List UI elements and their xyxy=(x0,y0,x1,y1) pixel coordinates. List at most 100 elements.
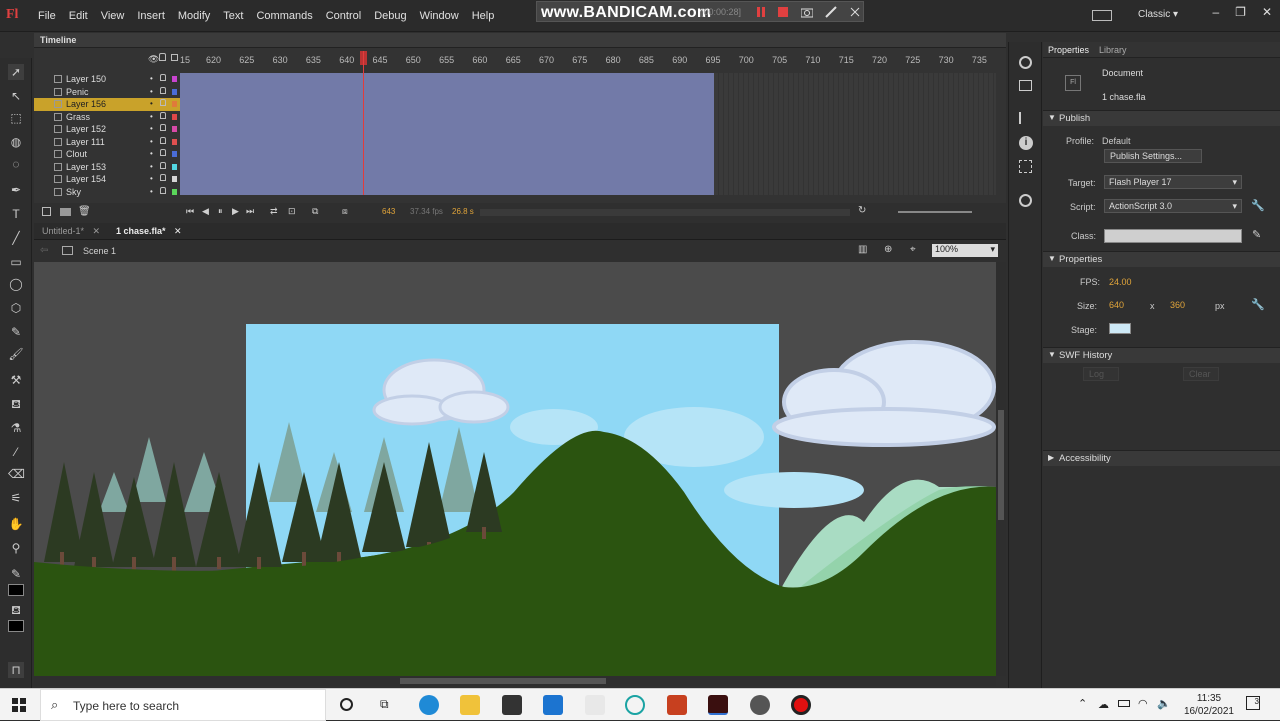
lock-icon[interactable] xyxy=(160,136,166,144)
workspace-switcher[interactable]: Classic ▾ xyxy=(1138,9,1178,20)
layer-row[interactable]: Layer 156 • xyxy=(34,98,180,111)
center-stage-icon[interactable]: ⌖ xyxy=(910,244,916,255)
menu-text[interactable]: Text xyxy=(223,10,243,22)
layer-row[interactable]: Clout • xyxy=(34,148,180,161)
layer-name[interactable]: Layer 111 xyxy=(66,137,105,147)
width-value[interactable]: 640 xyxy=(1109,300,1124,310)
layer-color-swatch[interactable] xyxy=(172,126,177,132)
loop-icon[interactable]: ⇄ xyxy=(270,206,278,217)
lock-icon[interactable] xyxy=(160,99,166,106)
edit-multiple-frames-icon[interactable]: ⧈ xyxy=(342,206,348,217)
brush-tool-icon[interactable]: 🖌 xyxy=(8,346,24,362)
target-dropdown[interactable]: Flash Player 17 ▾ xyxy=(1104,175,1242,189)
layer-color-swatch[interactable] xyxy=(172,113,177,120)
snap-magnet-icon[interactable]: ⊓ xyxy=(8,662,24,678)
edge-icon[interactable] xyxy=(419,695,439,715)
new-folder-icon[interactable] xyxy=(60,208,71,216)
davinci-icon[interactable] xyxy=(750,695,770,715)
lock-icon[interactable] xyxy=(160,186,166,194)
sync-icon[interactable] xyxy=(1092,10,1112,21)
3d-rotation-icon[interactable]: ◍ xyxy=(8,134,24,150)
timeline-hscroll[interactable] xyxy=(480,209,850,216)
menu-view[interactable]: View xyxy=(101,10,125,22)
visibility-dot[interactable]: • xyxy=(150,174,153,183)
new-layer-icon[interactable] xyxy=(42,207,51,216)
close-icon[interactable] xyxy=(849,6,861,18)
edit-symbol-icon[interactable]: ⊕ xyxy=(884,244,892,255)
stroke-color-swatch[interactable] xyxy=(8,584,24,596)
visibility-dot[interactable]: • xyxy=(150,149,153,158)
pause-icon[interactable] xyxy=(755,6,767,18)
pencil-icon[interactable] xyxy=(825,6,837,18)
lock-icon[interactable] xyxy=(160,86,166,94)
animate-taskbar-icon[interactable] xyxy=(708,695,728,715)
free-transform-icon[interactable]: ⬚ xyxy=(8,110,24,126)
layer-row[interactable]: Layer 111 • xyxy=(34,136,180,149)
outline-icon[interactable] xyxy=(171,54,178,61)
elapsed-time[interactable]: 26.8 s xyxy=(452,207,474,216)
ink-bottle-icon[interactable]: ⚗ xyxy=(8,420,24,436)
layer-row[interactable]: Grass • xyxy=(34,111,180,124)
fps-value[interactable]: 24.00 xyxy=(1109,277,1132,287)
task-view-icon[interactable]: ⧉ xyxy=(380,697,389,712)
mail-icon[interactable] xyxy=(543,695,563,715)
timeline-tab[interactable]: Timeline xyxy=(34,33,1006,48)
selection-tool-icon[interactable]: ➚ xyxy=(8,64,24,80)
lock-icon[interactable] xyxy=(160,161,166,169)
empty-frames-area[interactable] xyxy=(714,73,996,195)
info-icon[interactable]: i xyxy=(1019,136,1033,150)
layer-row[interactable]: Layer 154 • xyxy=(34,173,180,186)
dropbox-icon[interactable] xyxy=(585,695,605,715)
lock-icon[interactable] xyxy=(160,149,166,156)
go-last-frame-icon[interactable]: ⏭ xyxy=(246,206,254,217)
menu-help[interactable]: Help xyxy=(472,10,495,22)
fill-color-swatch[interactable] xyxy=(8,620,24,632)
layer-row[interactable]: Layer 150 • xyxy=(34,73,180,86)
step-back-icon[interactable]: ◀ xyxy=(202,206,209,217)
stage-vertical-scrollbar[interactable] xyxy=(996,262,1006,676)
lock-icon[interactable] xyxy=(160,174,166,181)
layer-name[interactable]: Penic xyxy=(66,87,89,97)
tab-properties[interactable]: Properties xyxy=(1048,45,1089,55)
tab-library[interactable]: Library xyxy=(1099,45,1127,55)
powerpoint-icon[interactable] xyxy=(667,695,687,715)
delete-layer-icon[interactable]: 🗑 xyxy=(78,206,91,217)
menu-file[interactable]: File xyxy=(38,10,56,22)
layer-row[interactable]: Layer 152 • xyxy=(34,123,180,136)
layer-row[interactable]: Layer 153 • xyxy=(34,161,180,174)
stroke-color-icon[interactable]: ✎ xyxy=(8,566,24,582)
accessibility-section-header[interactable]: ▶ Accessibility xyxy=(1043,450,1280,466)
grid-icon[interactable] xyxy=(1019,80,1032,91)
layer-name[interactable]: Clout xyxy=(66,149,87,159)
visibility-dot[interactable]: • xyxy=(150,137,153,146)
pen-tool-icon[interactable]: ✒ xyxy=(8,182,24,198)
notifications-icon[interactable]: 3 xyxy=(1246,696,1260,710)
motion-presets-icon[interactable] xyxy=(1019,194,1032,207)
zoom-dropdown[interactable]: 100% ▾ xyxy=(932,244,998,257)
visibility-dot[interactable]: • xyxy=(150,99,153,108)
visibility-dot[interactable]: • xyxy=(150,162,153,171)
layer-color-swatch[interactable] xyxy=(172,76,177,82)
rectangle-tool-icon[interactable]: ▭ xyxy=(8,254,24,270)
scene-label[interactable]: Scene 1 xyxy=(83,246,116,256)
windows-start-icon[interactable] xyxy=(12,698,26,712)
layer-row[interactable]: Penic • xyxy=(34,86,180,99)
tab-chase[interactable]: 1 chase.fla* ✕ xyxy=(116,226,182,237)
lock-all-icon[interactable] xyxy=(159,53,166,61)
visibility-dot[interactable]: • xyxy=(150,112,153,121)
class-input[interactable] xyxy=(1104,229,1242,243)
script-dropdown[interactable]: ActionScript 3.0 ▾ xyxy=(1104,199,1242,213)
width-tool-icon[interactable]: ⚟ xyxy=(8,490,24,506)
layer-name[interactable]: Grass xyxy=(66,112,90,122)
fill-color-icon[interactable]: ⛾ xyxy=(8,602,24,618)
arduino-icon[interactable] xyxy=(625,695,645,715)
layer-color-swatch[interactable] xyxy=(172,101,177,107)
swf-history-section-header[interactable]: ▼ SWF History xyxy=(1043,347,1280,363)
close-window-icon[interactable]: ✕ xyxy=(1262,5,1272,19)
tab-untitled[interactable]: Untitled-1* ✕ xyxy=(42,226,100,237)
layer-name[interactable]: Layer 150 xyxy=(66,74,106,84)
pencil-tool-icon[interactable]: ✎ xyxy=(8,324,24,340)
battery-icon[interactable] xyxy=(1118,700,1130,707)
network-icon[interactable]: ◠ xyxy=(1138,697,1148,710)
layer-color-swatch[interactable] xyxy=(172,176,177,182)
